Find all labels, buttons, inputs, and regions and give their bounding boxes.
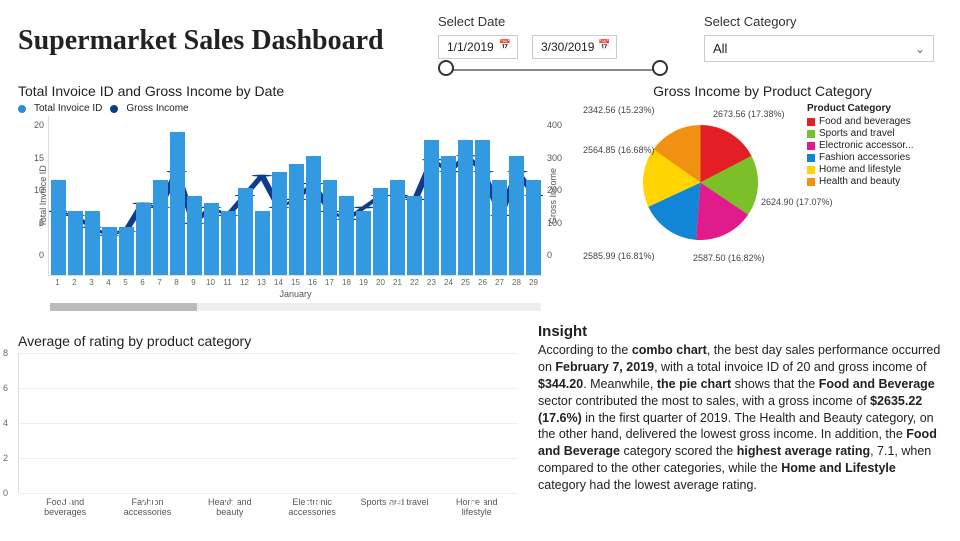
legend-swatch: [807, 178, 815, 186]
page-title: Supermarket Sales Dashboard: [18, 24, 438, 58]
y-left-title: Total Invoice ID: [38, 165, 48, 227]
legend-label: Fashion accessories: [819, 152, 910, 163]
rating-value: 7.0: [195, 497, 265, 509]
pie-label: 2342.56 (15.23%): [583, 105, 655, 115]
pie-legend-item[interactable]: Food and beverages: [807, 116, 913, 127]
combo-bar[interactable]: [187, 196, 202, 276]
combo-bar[interactable]: [51, 180, 66, 275]
combo-bar[interactable]: [458, 140, 473, 275]
insight-heading: Insight: [538, 323, 942, 340]
combo-bar[interactable]: [136, 203, 151, 275]
legend-dot-line: [110, 105, 118, 113]
combo-bar[interactable]: [85, 211, 100, 275]
pie-label: 2624.90 (17.07%): [761, 197, 833, 207]
combo-bar[interactable]: [323, 180, 338, 275]
pie-legend-title: Product Category: [807, 103, 913, 114]
combo-bar[interactable]: [204, 203, 219, 275]
chevron-down-icon: ⌄: [915, 42, 925, 56]
y-right-title: Gross Income: [548, 168, 558, 224]
pie-label: 2585.99 (16.81%): [583, 251, 655, 261]
pie-chart[interactable]: 2342.56 (15.23%) 2564.85 (16.68%) 2585.9…: [583, 103, 803, 293]
combo-bar[interactable]: [339, 196, 354, 276]
x-axis-month: January: [18, 289, 573, 299]
rating-value: 6.8: [442, 497, 512, 509]
rating-value: 7.1: [31, 497, 101, 509]
slider-thumb-right[interactable]: [652, 60, 668, 76]
rating-value: 6.9: [360, 497, 430, 509]
calendar-icon: 📅: [598, 40, 610, 51]
legend-swatch: [807, 118, 815, 126]
legend-line-label: Gross Income: [126, 103, 188, 114]
pie-legend: Product Category Food and beveragesSport…: [807, 103, 913, 188]
legend-swatch: [807, 154, 815, 162]
date-from-input[interactable]: 1/1/2019 📅: [438, 35, 518, 59]
combo-bar[interactable]: [119, 227, 134, 275]
combo-bar[interactable]: [492, 180, 507, 275]
combo-bar[interactable]: [424, 140, 439, 275]
chart-scrollbar[interactable]: [50, 303, 541, 311]
combo-bar[interactable]: [475, 140, 490, 275]
legend-label: Home and lifestyle: [819, 164, 901, 175]
pie-legend-item[interactable]: Fashion accessories: [807, 152, 913, 163]
legend-swatch: [807, 166, 815, 174]
slider-thumb-left[interactable]: [438, 60, 454, 76]
pie-label: 2673.56 (17.38%): [713, 109, 785, 119]
rating-value: 7.0: [113, 497, 183, 509]
legend-label: Health and beauty: [819, 176, 900, 187]
combo-bar[interactable]: [289, 164, 304, 275]
insight-text: According to the combo chart, the best d…: [538, 342, 942, 494]
combo-bar[interactable]: [509, 156, 524, 275]
combo-bar[interactable]: [221, 211, 236, 275]
combo-bar[interactable]: [68, 211, 83, 275]
combo-chart-title: Total Invoice ID and Gross Income by Dat…: [18, 83, 573, 99]
combo-bar[interactable]: [255, 211, 270, 275]
combo-bar[interactable]: [356, 211, 371, 275]
calendar-icon: 📅: [499, 40, 511, 51]
legend-dot-bar: [18, 105, 26, 113]
legend-bar-label: Total Invoice ID: [34, 103, 102, 114]
date-filter-label: Select Date: [438, 14, 668, 29]
combo-bar[interactable]: [390, 180, 405, 275]
combo-bar[interactable]: [373, 188, 388, 275]
date-to-value: 3/30/2019: [541, 40, 594, 54]
combo-bar[interactable]: [306, 156, 321, 275]
pie-legend-item[interactable]: Health and beauty: [807, 176, 913, 187]
date-range-slider[interactable]: [438, 69, 668, 71]
rating-chart-title: Average of rating by product category: [18, 333, 518, 349]
category-filter-label: Select Category: [704, 14, 934, 29]
pie-legend-item[interactable]: Sports and travel: [807, 128, 913, 139]
combo-bar[interactable]: [407, 196, 422, 276]
pie-legend-item[interactable]: Home and lifestyle: [807, 164, 913, 175]
combo-bar[interactable]: [238, 188, 253, 275]
legend-swatch: [807, 130, 815, 138]
combo-bar[interactable]: [441, 156, 456, 275]
pie-label: 2564.85 (16.68%): [583, 145, 655, 155]
combo-bar[interactable]: [526, 180, 541, 275]
pie-label: 2587.50 (16.82%): [693, 253, 765, 263]
combo-bar[interactable]: [170, 132, 185, 275]
legend-label: Electronic accessor...: [819, 140, 913, 151]
combo-bar[interactable]: [153, 180, 168, 275]
combo-legend: Total Invoice ID Gross Income: [18, 103, 573, 114]
combo-chart[interactable]: Total Invoice ID 20151050 4003002001000 …: [18, 116, 573, 276]
combo-bar[interactable]: [272, 172, 287, 275]
date-to-input[interactable]: 3/30/2019 📅: [532, 35, 617, 59]
legend-swatch: [807, 142, 815, 150]
rating-chart[interactable]: 864207.17.07.06.96.96.8: [18, 353, 518, 493]
category-select[interactable]: All ⌄: [704, 35, 934, 62]
category-select-value: All: [713, 41, 727, 56]
rating-value: 6.9: [278, 497, 348, 509]
combo-bar[interactable]: [102, 227, 117, 275]
legend-label: Food and beverages: [819, 116, 911, 127]
chart-scroll-thumb[interactable]: [50, 303, 197, 311]
pie-chart-title: Gross Income by Product Category: [583, 83, 942, 99]
pie-legend-item[interactable]: Electronic accessor...: [807, 140, 913, 151]
legend-label: Sports and travel: [819, 128, 895, 139]
date-from-value: 1/1/2019: [447, 40, 494, 54]
